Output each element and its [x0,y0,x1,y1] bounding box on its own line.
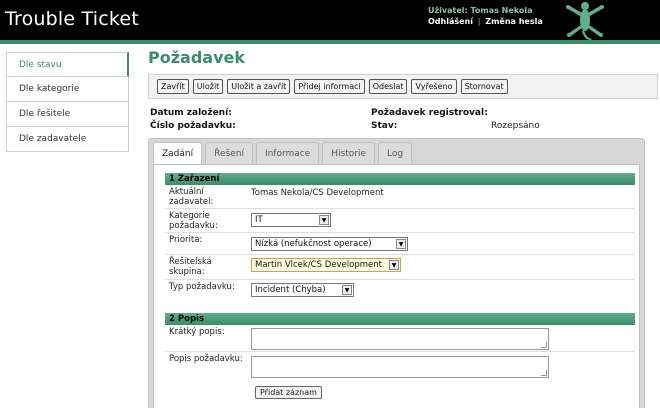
section-header: 1 Zařazení [165,173,635,185]
cancel-button[interactable]: Stornovat [460,79,508,94]
user-box: Uživatel: Tomas Nekola Odhlášení | Změna… [428,6,543,27]
tab-content: 1 Zařazení Aktuální zadavatel: Tomas Nek… [153,164,640,408]
solver-group-select[interactable]: Martin Vlcek/CS Development ▼ [251,258,401,272]
send-button[interactable]: Odeslat [368,79,408,94]
chevron-down-icon: ▼ [389,260,399,270]
request-type-label: Typ požadavku: [169,282,235,292]
description-section: 2 Popis Krátký popis: Popis požadavku: P… [165,313,635,399]
priority-row: Priorita: Nízká (nefukčnost operace) ▼ [165,233,635,255]
priority-select[interactable]: Nízká (nefukčnost operace) ▼ [251,237,408,251]
solver-group-label: Řešitelská skupina: [169,257,212,277]
tabs-panel: Zadání Řešení Informace Historie Log 1 Z… [148,138,645,408]
request-type-selected: Incident (Chyba) [255,285,326,295]
chevron-down-icon: ▼ [396,239,406,249]
category-label: Kategorie požadavku: [169,211,218,231]
priority-selected: Nízká (nefukčnost operace) [255,239,372,249]
close-button[interactable]: Zavřít [157,79,189,94]
sidebar-item-by-solver[interactable]: Dle řešitele [6,102,129,127]
request-number-label: Číslo požadavku: [150,121,236,131]
tab-solution[interactable]: Řešení [205,142,253,164]
description-row: Popis požadavku: [165,352,635,384]
short-description-label: Krátký popis: [169,327,225,337]
short-description-row: Krátký popis: [165,325,635,352]
category-row: Kategorie požadavku: IT ▼ [165,209,635,233]
tab-assignment[interactable]: Zadání [153,142,203,165]
description-label: Popis požadavku: [169,354,243,364]
tab-bar: Zadání Řešení Informace Historie Log [153,142,413,165]
save-button[interactable]: Uložit [192,79,224,94]
tab-log[interactable]: Log [378,142,413,164]
page-title: Požadavek [148,48,245,67]
requester-label: Aktuální zadavatel: [169,187,214,207]
chevron-down-icon: ▼ [319,215,329,225]
priority-label: Priorita: [169,235,203,245]
solver-group-selected: Martin Vlcek/CS Development [255,260,382,270]
add-record-button[interactable]: Přidat záznam [255,386,322,399]
requester-value: Tomas Nekola/CS Development [251,188,384,198]
classification-section: 1 Zařazení Aktuální zadavatel: Tomas Nek… [165,173,635,298]
category-select[interactable]: IT ▼ [251,213,331,227]
solver-group-row: Řešitelská skupina: Martin Vlcek/CS Deve… [165,255,635,280]
state-value: Rozepsáno [491,121,540,131]
requester-row: Aktuální zadavatel: Tomas Nekola/CS Deve… [165,185,635,209]
app-title: Trouble Ticket [5,8,139,30]
chevron-down-icon: ▼ [342,285,352,295]
sidebar-item-by-requester[interactable]: Dle zadavatele [6,127,129,152]
section-header: 2 Popis [165,313,635,325]
gecko-logo-icon [566,2,604,40]
sidebar-item-by-category[interactable]: Dle kategorie [6,77,129,102]
request-type-select[interactable]: Incident (Chyba) ▼ [251,283,354,297]
current-user: Uživatel: Tomas Nekola [428,6,533,15]
logout-link[interactable]: Odhlášení [428,17,473,26]
state-label: Stav: [371,121,398,131]
request-type-row: Typ požadavku: Incident (Chyba) ▼ [165,280,635,298]
description-input[interactable] [251,356,549,378]
toolbar: Zavřít Uložit Uložit a zavřít Přidej inf… [148,74,658,99]
user-links: Odhlášení | Změna hesla [428,16,543,27]
save-and-close-button[interactable]: Uložit a zavřít [227,79,291,94]
app-header: Trouble Ticket Uživatel: Tomas Nekola Od… [0,0,660,40]
short-description-input[interactable] [251,328,549,350]
link-separator: | [477,17,481,26]
tab-information[interactable]: Informace [255,142,320,164]
change-password-link[interactable]: Změna hesla [485,17,542,26]
sidebar: Dle stavu Dle kategorie Dle řešitele Dle… [6,52,129,152]
category-selected: IT [255,215,263,225]
header-accent-bar [0,40,660,44]
resolved-button[interactable]: Vyřešeno [411,79,457,94]
created-date-label: Datum založení: [150,108,232,118]
registered-by-label: Požadavek registroval: [371,108,488,118]
add-info-button[interactable]: Přidej informaci [294,79,365,94]
sidebar-item-by-state[interactable]: Dle stavu [6,52,129,77]
tab-history[interactable]: Historie [322,142,376,164]
